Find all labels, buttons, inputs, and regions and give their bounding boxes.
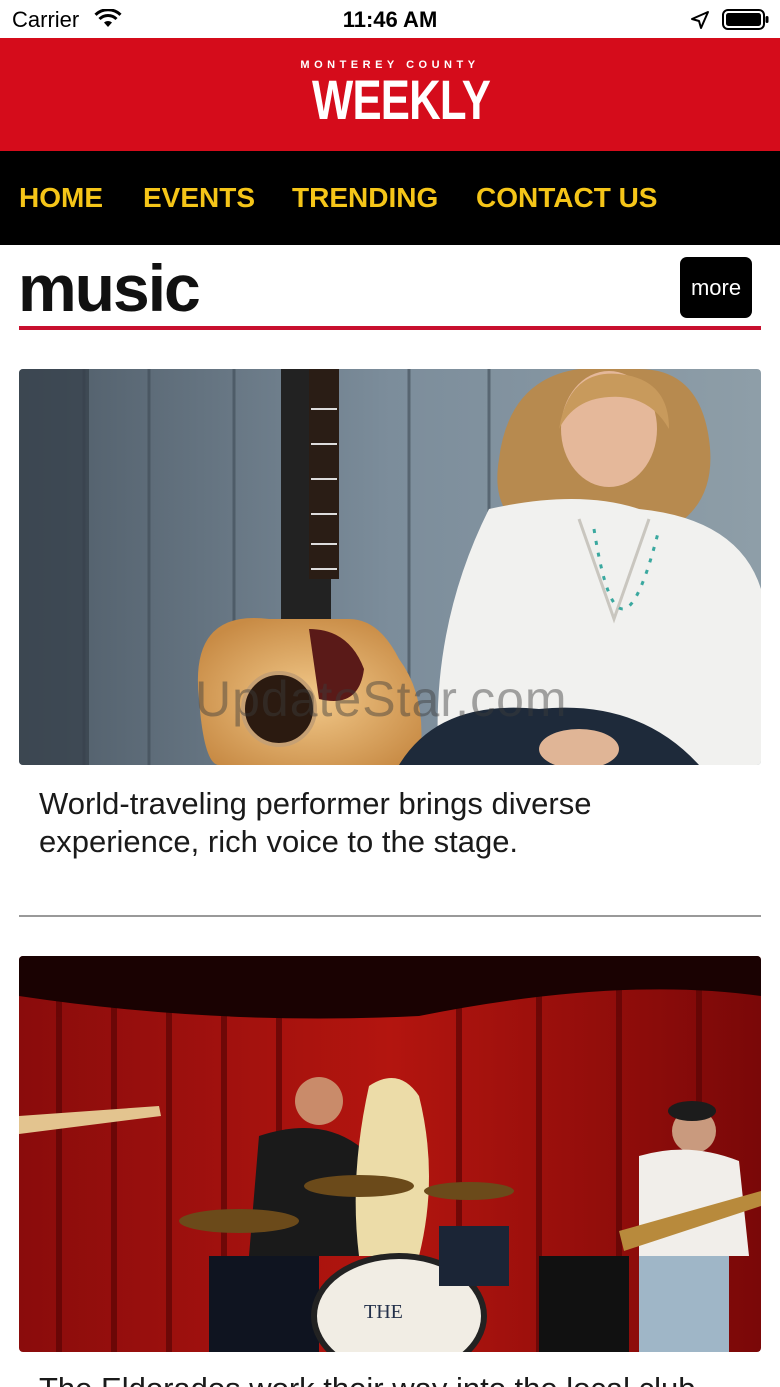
battery-icon bbox=[722, 9, 769, 30]
article-image-guitar-singer[interactable] bbox=[19, 369, 761, 765]
location-arrow-icon bbox=[691, 11, 709, 29]
section-title: music bbox=[18, 251, 201, 325]
nav-item-contact-us[interactable]: CONTACT US bbox=[476, 182, 657, 214]
article-summary-2[interactable]: The Eldorados work their way into the lo… bbox=[39, 1370, 749, 1387]
article-divider bbox=[19, 915, 761, 917]
nav-item-home[interactable]: HOME bbox=[19, 182, 103, 214]
clock: 11:46 AM bbox=[342, 7, 438, 32]
section-divider bbox=[19, 326, 761, 330]
logo-main-text: WEEKLY bbox=[312, 68, 491, 131]
logo[interactable]: MONTEREY COUNTY WEEKLY bbox=[290, 58, 491, 131]
more-button[interactable]: more bbox=[680, 257, 752, 318]
drum-text: THE bbox=[364, 1301, 403, 1323]
main-nav: HOME EVENTS TRENDING CONTACT US bbox=[0, 151, 780, 245]
nav-item-trending[interactable]: TRENDING bbox=[292, 182, 438, 214]
status-bar: Carrier 11:46 AM bbox=[0, 0, 780, 38]
masthead: MONTEREY COUNTY WEEKLY bbox=[0, 38, 780, 151]
nav-item-events[interactable]: EVENTS bbox=[143, 182, 255, 214]
article-summary-1[interactable]: World-traveling performer brings diverse… bbox=[39, 785, 749, 861]
article-image-band-stage[interactable]: THE bbox=[19, 956, 761, 1352]
